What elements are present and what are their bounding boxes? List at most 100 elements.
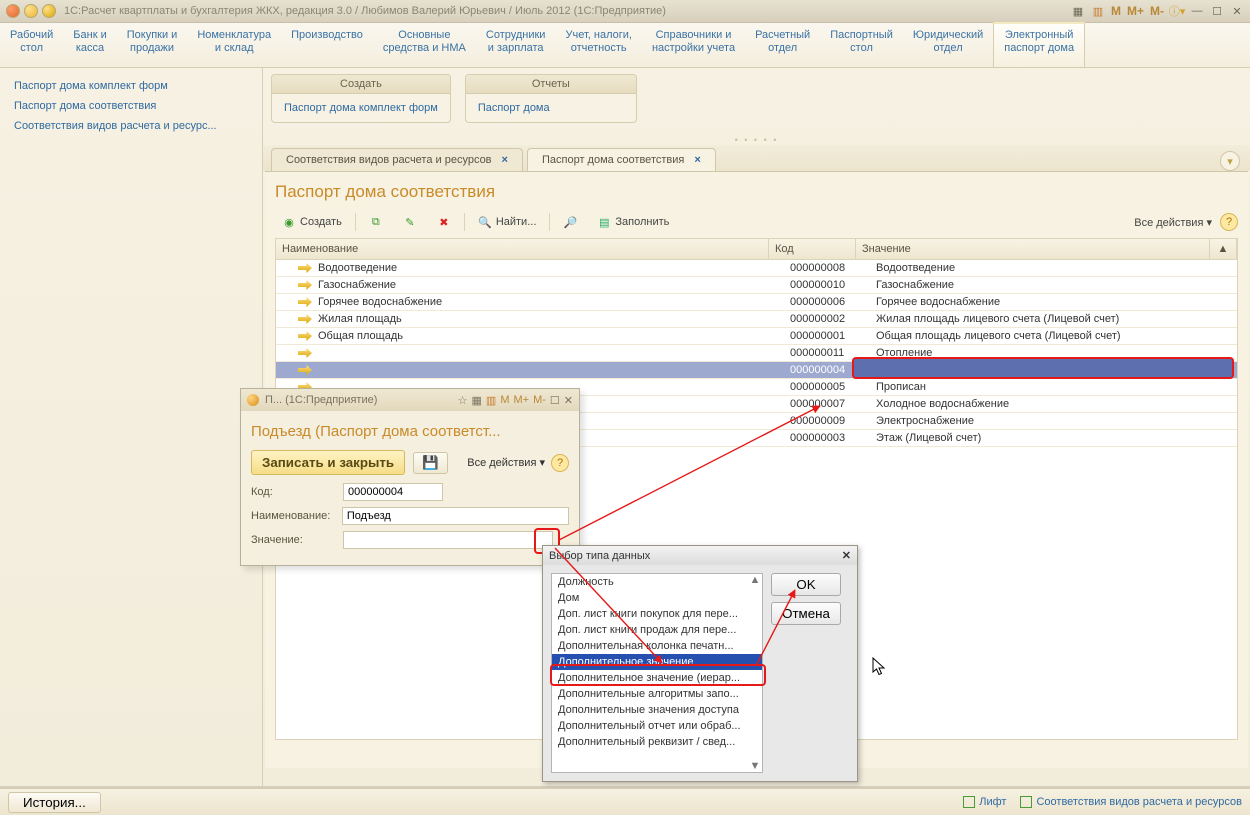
tab-passport-correspondence[interactable]: Паспорт дома соответствия × — [527, 148, 716, 171]
row-icon — [298, 280, 312, 290]
menu-passport-dept[interactable]: Паспортныйстол — [820, 23, 903, 67]
memory-m[interactable]: M — [500, 394, 509, 406]
list-item[interactable]: Дополнительный реквизит / свед... — [552, 734, 762, 750]
value-field[interactable] — [343, 531, 553, 549]
delete-button[interactable]: ✖ — [430, 212, 458, 232]
calendar-icon[interactable]: ▥ — [486, 394, 496, 407]
cell-code: 000000010 — [784, 277, 870, 293]
table-row[interactable]: Водоотведение000000008Водоотведение — [276, 260, 1237, 277]
menu-epassport[interactable]: Электронныйпаспорт дома — [993, 22, 1085, 67]
window-min-icon[interactable]: — — [1190, 4, 1204, 18]
memory-m-minus[interactable]: M- — [533, 394, 546, 406]
fill-button[interactable]: ▤Заполнить — [590, 212, 676, 232]
close-window-dot[interactable] — [6, 4, 20, 18]
scroll-up-icon[interactable]: ▲ — [748, 574, 762, 586]
table-row[interactable]: Горячее водоснабжение000000006Горячее во… — [276, 294, 1237, 311]
list-item[interactable]: Дополнительное значение (иерар... — [552, 670, 762, 686]
list-item[interactable]: Дополнительные значения доступа — [552, 702, 762, 718]
find-button[interactable]: 🔍Найти... — [471, 212, 544, 232]
favorite-icon[interactable]: ☆ — [458, 394, 468, 407]
favorite-dot[interactable] — [42, 4, 56, 18]
tabs-dropdown-icon[interactable]: ▾ — [1220, 151, 1240, 171]
menu-assets[interactable]: Основныесредства и НМА — [373, 23, 476, 67]
list-item[interactable]: Дом — [552, 590, 762, 606]
nav-link-calc-resources[interactable]: Соответствия видов расчета и ресурс... — [14, 116, 254, 136]
panel-reports-link[interactable]: Паспорт дома — [466, 94, 636, 122]
table-row[interactable]: Газоснабжение000000010Газоснабжение — [276, 277, 1237, 294]
dialog-title-bar[interactable]: П... (1С:Предприятие) ☆ ▦ ▥ M M+ M- ☐ ✕ — [241, 389, 579, 411]
menu-bank[interactable]: Банк икасса — [63, 23, 116, 67]
panel-create-link[interactable]: Паспорт дома комплект форм — [272, 94, 450, 122]
menu-legal-dept[interactable]: Юридическийотдел — [903, 23, 993, 67]
tabs-bar: Соответствия видов расчета и ресурсов × … — [263, 145, 1250, 171]
memory-m-plus[interactable]: M+ — [1127, 4, 1144, 18]
col-header-code[interactable]: Код — [769, 239, 856, 259]
table-row[interactable]: Жилая площадь000000002Жилая площадь лице… — [276, 311, 1237, 328]
memory-m-minus[interactable]: M- — [1150, 4, 1164, 18]
menu-taxes[interactable]: Учет, налоги,отчетность — [555, 23, 641, 67]
type-select-close-icon[interactable]: ✕ — [842, 549, 851, 562]
minimize-window-dot[interactable] — [24, 4, 38, 18]
edit-button[interactable]: ✎ — [396, 212, 424, 232]
help-icon[interactable]: ? — [551, 454, 569, 472]
all-actions-link[interactable]: Все действия ▾ — [1134, 216, 1212, 229]
nav-link-forms[interactable]: Паспорт дома комплект форм — [14, 76, 254, 96]
menu-purchases[interactable]: Покупки ипродажи — [117, 23, 188, 67]
tab-close-icon[interactable]: × — [694, 154, 700, 166]
window-close-icon[interactable]: ✕ — [1230, 4, 1244, 18]
nav-link-correspondence[interactable]: Паспорт дома соответствия — [14, 96, 254, 116]
info-icon[interactable]: ⓘ▾ — [1170, 4, 1184, 18]
dialog-max-icon[interactable]: ☐ — [550, 394, 560, 407]
cell-code: 000000006 — [784, 294, 870, 310]
col-header-value[interactable]: Значение — [856, 239, 1210, 259]
dialog-close-icon[interactable]: ✕ — [564, 394, 573, 407]
tab-close-icon[interactable]: × — [502, 154, 508, 166]
list-item[interactable]: Должность — [552, 574, 762, 590]
status-bar: История... Лифт Соответствия видов расче… — [0, 788, 1250, 815]
menu-desktop[interactable]: Рабочийстол — [0, 23, 63, 67]
menu-employees[interactable]: Сотрудникии зарплата — [476, 23, 556, 67]
history-button[interactable]: История... — [8, 792, 101, 813]
copy-button[interactable]: ⧉ — [362, 212, 390, 232]
dialog-all-actions[interactable]: Все действия ▾ — [467, 456, 545, 469]
panel-create: Создать Паспорт дома комплект форм — [271, 74, 451, 123]
tab-calc-resources[interactable]: Соответствия видов расчета и ресурсов × — [271, 148, 523, 171]
window-max-icon[interactable]: ☐ — [1210, 4, 1224, 18]
scroll-up-icon[interactable]: ▲ — [1210, 239, 1237, 259]
menu-calc-dept[interactable]: Расчетныйотдел — [745, 23, 820, 67]
calc-icon[interactable]: ▦ — [1071, 4, 1085, 18]
list-item[interactable]: Доп. лист книги продаж для пере... — [552, 622, 762, 638]
menu-nomenclature[interactable]: Номенклатураи склад — [187, 23, 281, 67]
status-lift-link[interactable]: Лифт — [963, 796, 1006, 808]
help-icon[interactable]: ? — [1220, 213, 1238, 231]
calc-icon[interactable]: ▦ — [472, 394, 482, 407]
clear-search-button[interactable]: 🔎 — [556, 212, 584, 232]
list-item[interactable]: Дополнительная колонка печатн... — [552, 638, 762, 654]
create-button[interactable]: ◉Создать — [275, 212, 349, 232]
save-close-button[interactable]: Записать и закрыть — [251, 450, 405, 475]
window-title-bar: 1С:Расчет квартплаты и бухгалтерия ЖКХ, … — [0, 0, 1250, 23]
type-list[interactable]: ▲ ▼ ДолжностьДомДоп. лист книги покупок … — [551, 573, 763, 773]
ok-button[interactable]: OK — [771, 573, 841, 596]
menu-refs[interactable]: Справочники инастройки учета — [642, 23, 745, 67]
row-icon — [298, 263, 312, 273]
table-row[interactable]: Общая площадь000000001Общая площадь лице… — [276, 328, 1237, 345]
list-item[interactable]: Дополнительное значение — [552, 654, 762, 670]
clear-search-icon: 🔎 — [563, 215, 577, 229]
scroll-down-icon[interactable]: ▼ — [748, 760, 762, 772]
calendar-icon[interactable]: ▥ — [1091, 4, 1105, 18]
menu-production[interactable]: Производство — [281, 23, 373, 67]
save-button[interactable]: 💾 — [413, 452, 448, 474]
memory-m-plus[interactable]: M+ — [513, 394, 529, 406]
type-select-title-bar[interactable]: Выбор типа данных ✕ — [543, 546, 857, 565]
memory-m[interactable]: M — [1111, 4, 1121, 18]
list-item[interactable]: Доп. лист книги покупок для пере... — [552, 606, 762, 622]
name-field[interactable] — [342, 507, 569, 525]
splitter-handle[interactable]: • • • • • — [263, 135, 1250, 145]
code-field[interactable] — [343, 483, 443, 501]
list-item[interactable]: Дополнительные алгоритмы запо... — [552, 686, 762, 702]
list-item[interactable]: Дополнительный отчет или обраб... — [552, 718, 762, 734]
status-calc-resources-link[interactable]: Соответствия видов расчета и ресурсов — [1020, 796, 1242, 808]
cancel-button[interactable]: Отмена — [771, 602, 841, 625]
col-header-name[interactable]: Наименование — [276, 239, 769, 259]
